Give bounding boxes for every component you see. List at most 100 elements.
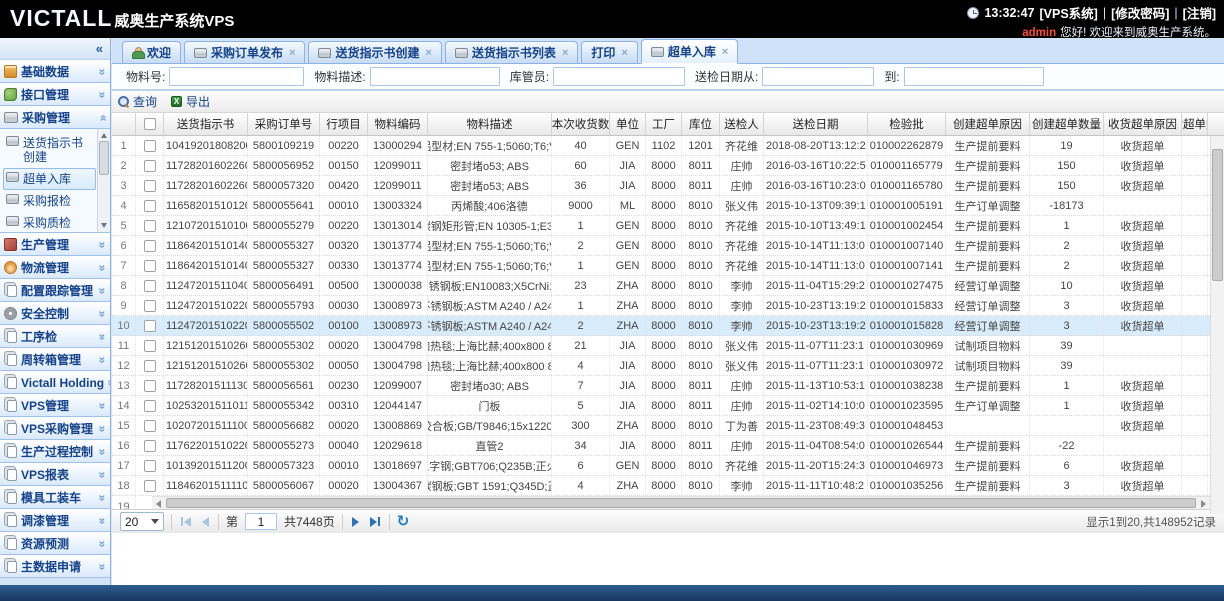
table-row[interactable]: 41165820151012058000556410001013003324丙烯… [112, 196, 1224, 216]
row-checkbox[interactable] [144, 220, 156, 232]
column-header-单位[interactable]: 单位 [610, 113, 646, 135]
material-no-input[interactable] [169, 67, 304, 86]
row-checkbox[interactable] [144, 260, 156, 272]
scroll-down-icon[interactable] [101, 223, 107, 228]
column-header-工厂[interactable]: 工厂 [646, 113, 682, 135]
sidebar-group-18[interactable]: 主数据申请» [0, 555, 110, 578]
page-number-input[interactable] [245, 513, 277, 530]
scroll-left-icon[interactable] [156, 500, 161, 508]
scroll-right-icon[interactable] [1201, 500, 1206, 508]
sidebar-group-10[interactable]: Victall Holding» [0, 371, 110, 394]
row-checkbox[interactable] [144, 320, 156, 332]
tab-打印[interactable]: 打印× [581, 41, 637, 63]
column-header-检验批[interactable]: 检验批 [868, 113, 946, 135]
column-header-本次收货数[interactable]: 本次收货数 [552, 113, 610, 135]
first-page-button[interactable] [179, 517, 193, 527]
row-checkbox[interactable] [144, 460, 156, 472]
sidebar-group-13[interactable]: 生产过程控制» [0, 440, 110, 463]
table-row[interactable]: 181184620151111058000560670002013004367碳… [112, 476, 1224, 496]
logout-link[interactable]: [注销] [1183, 3, 1216, 22]
vertical-scroll-thumb[interactable] [1212, 149, 1223, 281]
row-checkbox[interactable] [144, 340, 156, 352]
tab-close-icon[interactable]: × [562, 47, 568, 59]
table-row[interactable]: 31172820160226058000573200042012099011密封… [112, 176, 1224, 196]
table-row[interactable]: 141025320151101158000553420031012044147门… [112, 396, 1224, 416]
page-size-select[interactable]: 20 [120, 512, 164, 531]
sidebar-group-6[interactable]: 配置跟踪管理» [0, 279, 110, 302]
table-row[interactable]: 61186420151014058000553270032013013774铝型… [112, 236, 1224, 256]
column-header-收货超单原因[interactable]: 收货超单原因 [1104, 113, 1182, 135]
material-desc-input[interactable] [370, 67, 500, 86]
column-header-创建超单数量[interactable]: 创建超单数量 [1030, 113, 1104, 135]
column-header-送货指示书[interactable]: 送货指示书 [164, 113, 248, 135]
sidebar-group-4[interactable]: 生产管理» [0, 233, 110, 256]
table-row[interactable]: 111215120151026058000553020002013004798加… [112, 336, 1224, 356]
table-row[interactable]: 81124720151104058000564910050013000038不锈… [112, 276, 1224, 296]
sidebar-group-15[interactable]: 模具工装车» [0, 486, 110, 509]
sidebar-group-8[interactable]: 工序检» [0, 325, 110, 348]
sidebar-item-采购报检[interactable]: 采购报检 [3, 190, 96, 212]
column-header-送检日期[interactable]: 送检日期 [764, 113, 868, 135]
table-row[interactable]: 71186420151014058000553270033013013774铝型… [112, 256, 1224, 276]
row-checkbox[interactable] [144, 480, 156, 492]
select-all-header[interactable] [136, 113, 164, 135]
row-checkbox[interactable] [144, 160, 156, 172]
prev-page-button[interactable] [200, 517, 211, 527]
tab-close-icon[interactable]: × [621, 47, 627, 59]
row-checkbox[interactable] [144, 200, 156, 212]
row-checkbox[interactable] [144, 180, 156, 192]
tab-欢迎[interactable]: 欢迎 [122, 41, 181, 63]
table-row[interactable]: 21172820160226058000569520015012099011密封… [112, 156, 1224, 176]
select-all-checkbox[interactable] [144, 118, 156, 130]
table-row[interactable]: 171013920151120058000573230001013018697工… [112, 456, 1224, 476]
table-row[interactable]: 11041920180820058001092190022013000294铝型… [112, 136, 1224, 156]
tab-close-icon[interactable]: × [289, 47, 295, 59]
table-row[interactable]: 91124720151022058000557930003013008973不锈… [112, 296, 1224, 316]
horizontal-scrollbar[interactable] [152, 496, 1210, 509]
column-header-库位[interactable]: 库位 [682, 113, 720, 135]
tab-close-icon[interactable]: × [722, 46, 728, 58]
row-checkbox[interactable] [144, 440, 156, 452]
sidebar-group-5[interactable]: 物流管理» [0, 256, 110, 279]
tab-超单入库[interactable]: 超单入库× [641, 39, 738, 64]
column-header-物料描述[interactable]: 物料描述 [428, 113, 552, 135]
sidebar-group-1[interactable]: 基础数据» [0, 60, 110, 83]
row-checkbox[interactable] [144, 380, 156, 392]
column-header-创建超单原因[interactable]: 创建超单原因 [946, 113, 1030, 135]
inspect-date-from-input[interactable] [762, 67, 874, 86]
warehouse-keeper-input[interactable] [553, 67, 685, 86]
sidebar-group-2[interactable]: 接口管理» [0, 83, 110, 106]
sidebar-item-超单入库[interactable]: 超单入库 [3, 168, 96, 190]
sidebar-group-11[interactable]: VPS管理» [0, 394, 110, 417]
query-button[interactable]: 查询 [118, 93, 157, 110]
change-password-link[interactable]: [修改密码] [1111, 3, 1169, 22]
sidebar-group-14[interactable]: VPS报表» [0, 463, 110, 486]
sidebar-item-采购质检[interactable]: 采购质检 [3, 212, 96, 233]
row-checkbox[interactable] [144, 240, 156, 252]
row-checkbox[interactable] [144, 420, 156, 432]
row-checkbox[interactable] [144, 140, 156, 152]
export-button[interactable]: X 导出 [171, 93, 210, 110]
column-header-收货超单数量[interactable]: 收货超单数量 [1182, 113, 1208, 135]
sidebar-group-16[interactable]: 调漆管理» [0, 509, 110, 532]
table-row[interactable]: 121215120151026058000553020005013004798加… [112, 356, 1224, 376]
submenu-scroll-thumb[interactable] [99, 141, 109, 175]
table-row[interactable]: 51210720151010058000552790022013013014碳钢… [112, 216, 1224, 236]
row-checkbox[interactable] [144, 400, 156, 412]
table-row[interactable]: 151020720151110058000566820002013008869胶… [112, 416, 1224, 436]
table-row[interactable]: 131172820151113058000565610023012099007密… [112, 376, 1224, 396]
vps-system-link[interactable]: [VPS系统] [1040, 3, 1098, 22]
sidebar-item-送货指示书创建[interactable]: 送货指示书创建 [3, 132, 96, 168]
row-checkbox[interactable] [144, 280, 156, 292]
tab-送货指示书列表[interactable]: 送货指示书列表× [445, 41, 578, 63]
table-row[interactable]: 161176220151022058000552730004012029618直… [112, 436, 1224, 456]
sidebar-collapse-button[interactable]: « [96, 41, 103, 56]
last-page-button[interactable] [368, 517, 382, 527]
tab-close-icon[interactable]: × [425, 47, 431, 59]
sidebar-group-17[interactable]: 资源预测» [0, 532, 110, 555]
inspect-date-to-input[interactable] [904, 67, 1044, 86]
tab-采购订单发布[interactable]: 采购订单发布× [184, 41, 305, 63]
column-header-行项目[interactable]: 行项目 [320, 113, 368, 135]
table-row[interactable]: 101124720151022058000555020010013008973不… [112, 316, 1224, 336]
scroll-up-icon[interactable] [101, 133, 107, 138]
